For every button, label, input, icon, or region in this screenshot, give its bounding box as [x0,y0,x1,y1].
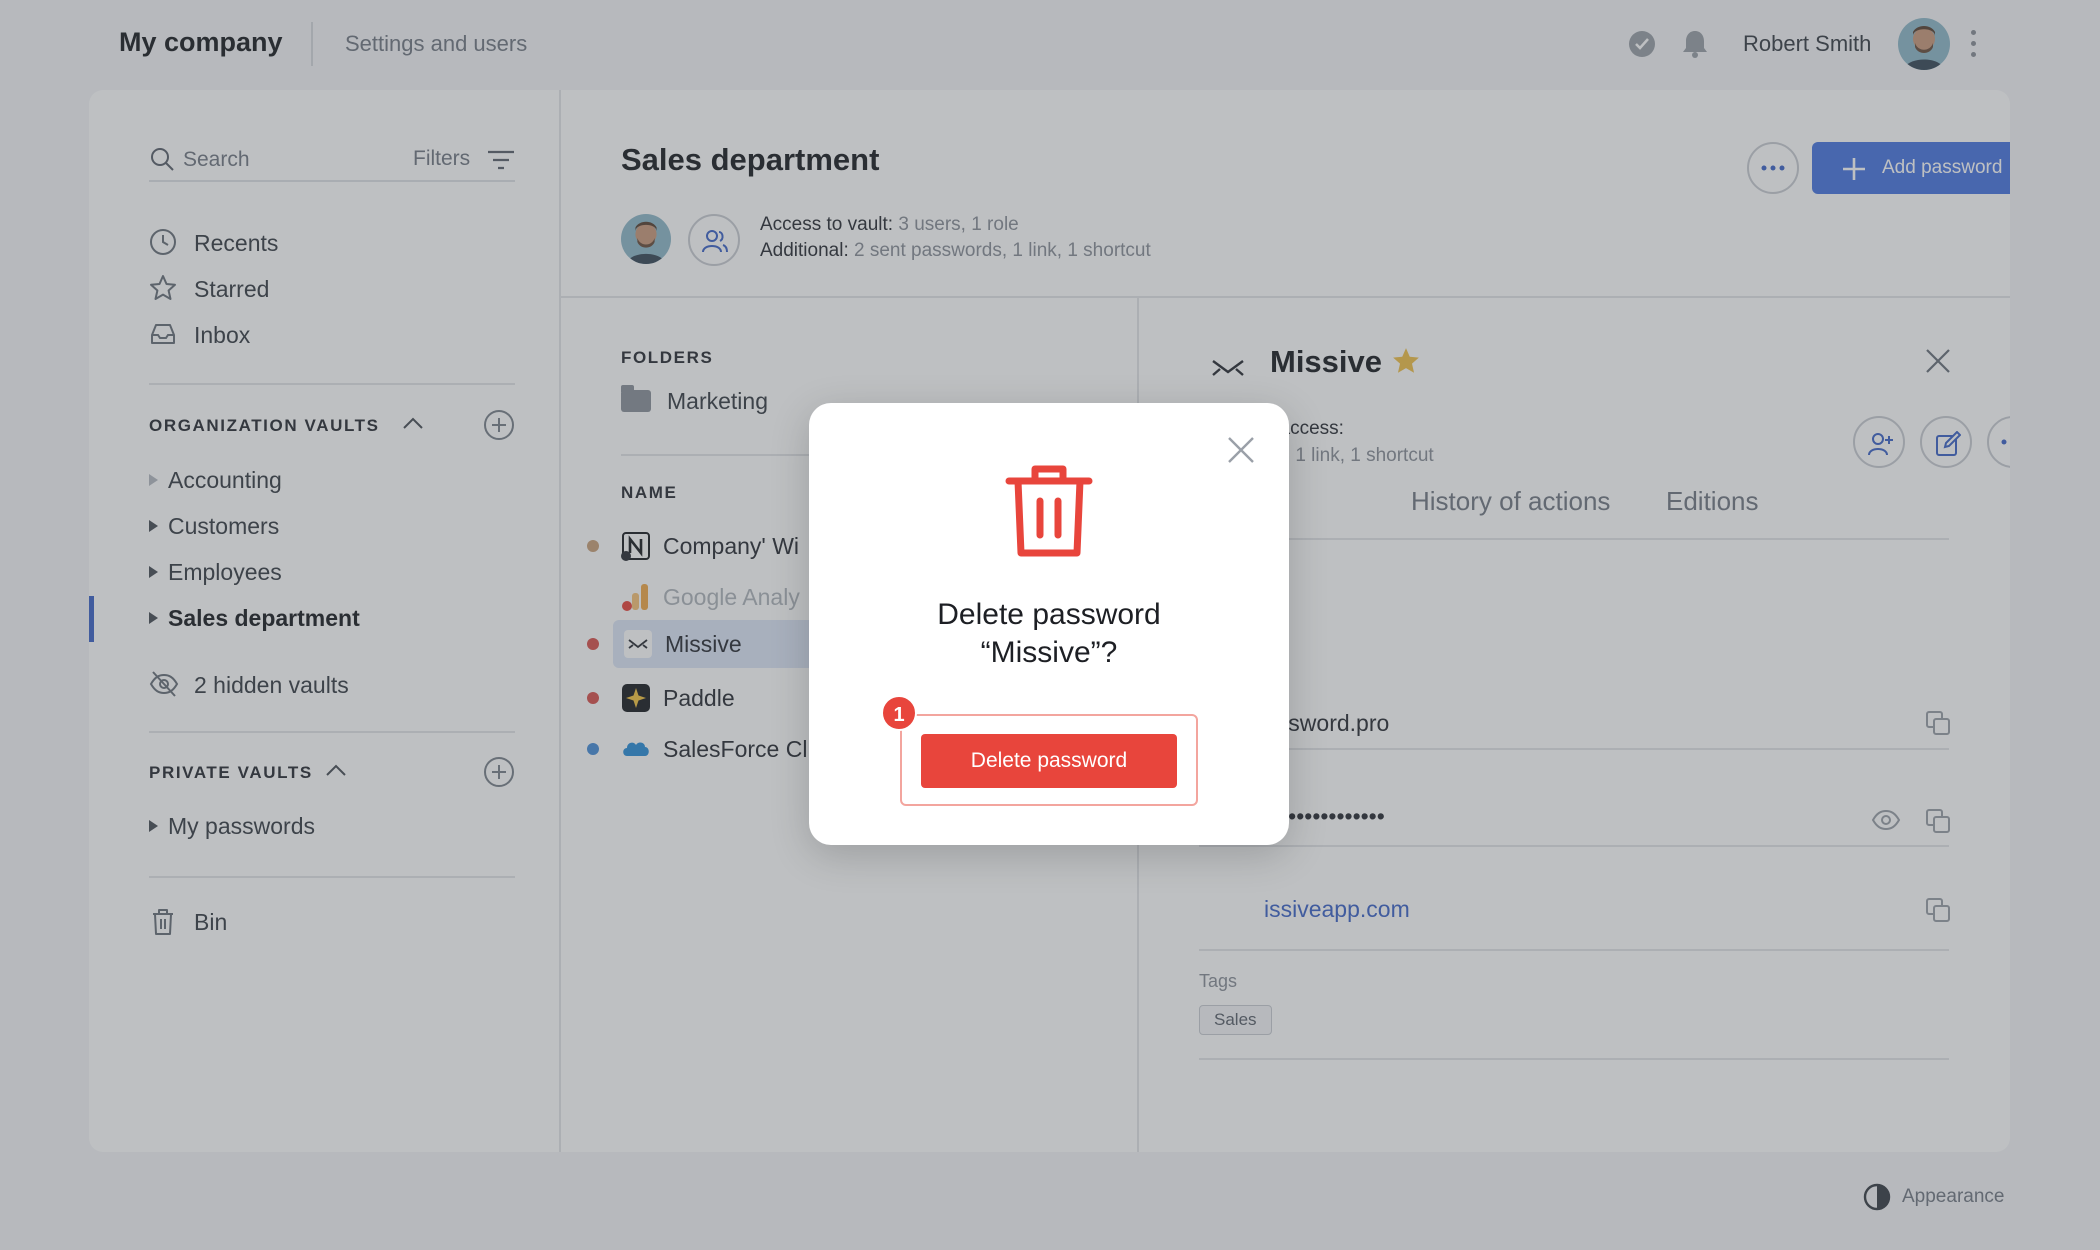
dialog-title: Delete password [937,598,1161,631]
delete-password-dialog: Delete password “Missive”? 1 Delete pass… [809,403,1289,845]
dialog-title-item: “Missive”? [980,636,1118,669]
trash-icon [1005,465,1093,557]
delete-password-button[interactable]: Delete password [921,734,1177,788]
close-icon[interactable] [1226,435,1256,465]
step-badge: 1 [881,695,917,731]
